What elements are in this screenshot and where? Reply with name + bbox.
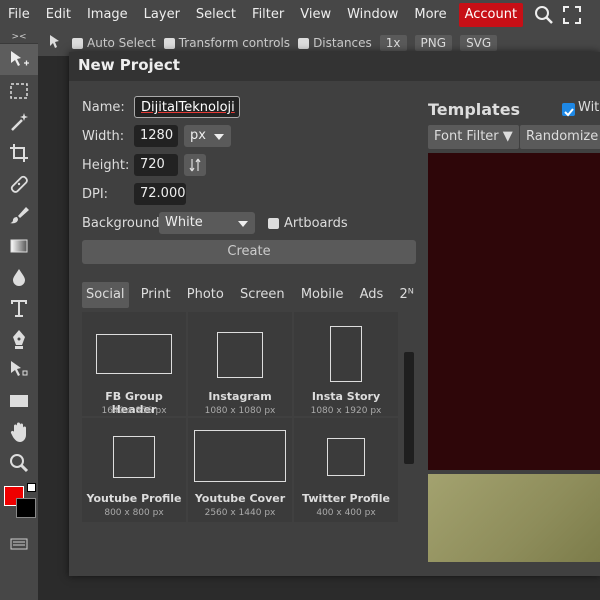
menu-bar: File Edit Image Layer Select Filter View… bbox=[0, 0, 600, 30]
preset-grid: FB Group Header 1640 x 856 px Instagram … bbox=[82, 308, 398, 524]
menu-edit[interactable]: Edit bbox=[38, 0, 79, 30]
create-button[interactable]: Create bbox=[82, 240, 416, 264]
magic-wand-tool[interactable] bbox=[0, 106, 38, 137]
preset-insta-story[interactable]: Insta Story 1080 x 1920 px bbox=[294, 312, 398, 416]
preset-youtube-cover[interactable]: Youtube Cover 2560 x 1440 px bbox=[188, 418, 292, 522]
move-icon bbox=[11, 50, 29, 66]
with-label: With bbox=[578, 100, 600, 115]
with-checkbox[interactable] bbox=[562, 103, 575, 117]
move-tool-option-icon bbox=[48, 34, 64, 53]
keyboard-icon bbox=[10, 538, 28, 549]
crop-tool[interactable] bbox=[0, 137, 38, 168]
png-export-button[interactable]: PNG bbox=[414, 35, 453, 51]
keyboard-toggle[interactable] bbox=[0, 528, 38, 559]
tools-panel: >< bbox=[0, 30, 38, 600]
name-label: Name: bbox=[82, 100, 125, 115]
blur-tool[interactable] bbox=[0, 261, 38, 292]
tab-social[interactable]: Social bbox=[82, 282, 129, 308]
artboards-checkbox[interactable] bbox=[268, 218, 279, 229]
rectangle-icon bbox=[10, 394, 28, 407]
background-label: Background: bbox=[82, 216, 164, 231]
tab-print[interactable]: Print bbox=[137, 282, 175, 308]
transform-controls-option[interactable]: Transform controls bbox=[163, 36, 290, 50]
tab-ads[interactable]: Ads bbox=[356, 282, 388, 308]
healing-tool[interactable] bbox=[0, 168, 38, 199]
tab-2n[interactable]: 2ᴺ bbox=[395, 282, 416, 308]
new-project-dialog: New Project Name: DijitalTeknoloji Width… bbox=[69, 52, 600, 576]
gradient-icon bbox=[10, 239, 28, 252]
zoom-icon bbox=[10, 453, 29, 472]
preset-instagram[interactable]: Instagram 1080 x 1080 px bbox=[188, 312, 292, 416]
swap-dimensions-button[interactable] bbox=[184, 154, 206, 176]
shape-tool[interactable] bbox=[0, 385, 38, 416]
tab-mobile[interactable]: Mobile bbox=[297, 282, 348, 308]
zoom-tool[interactable] bbox=[0, 447, 38, 478]
pen-tool[interactable] bbox=[0, 323, 38, 354]
chevron-down-icon bbox=[214, 134, 224, 140]
preset-twitter-profile[interactable]: Twitter Profile 400 x 400 px bbox=[294, 418, 398, 522]
name-input[interactable]: DijitalTeknoloji bbox=[134, 96, 240, 118]
hand-icon bbox=[10, 422, 26, 442]
text-icon bbox=[11, 299, 27, 317]
move-tool[interactable] bbox=[0, 44, 38, 75]
menu-window[interactable]: Window bbox=[339, 0, 406, 30]
menu-view[interactable]: View bbox=[292, 0, 339, 30]
preset-tabs: Social Print Photo Screen Mobile Ads 2ᴺ bbox=[82, 282, 416, 308]
pen-icon bbox=[13, 329, 25, 349]
dpi-label: DPI: bbox=[82, 187, 109, 202]
path-select-tool[interactable] bbox=[0, 354, 38, 385]
tab-photo[interactable]: Photo bbox=[183, 282, 228, 308]
bandage-icon bbox=[10, 175, 28, 193]
menu-image[interactable]: Image bbox=[79, 0, 136, 30]
search-icon[interactable] bbox=[533, 4, 555, 26]
preset-youtube-profile[interactable]: Youtube Profile 800 x 800 px bbox=[82, 418, 186, 522]
zoom-select[interactable]: 1x bbox=[379, 35, 407, 51]
swap-icon bbox=[189, 158, 201, 172]
fullscreen-icon[interactable] bbox=[561, 4, 583, 26]
menu-layer[interactable]: Layer bbox=[136, 0, 188, 30]
unit-select[interactable]: px bbox=[184, 125, 231, 147]
marquee-tool[interactable] bbox=[0, 75, 38, 106]
account-button[interactable]: Account bbox=[458, 3, 524, 27]
template-thumbnail[interactable] bbox=[428, 474, 600, 562]
text-tool[interactable] bbox=[0, 292, 38, 323]
template-thumbnail[interactable] bbox=[428, 153, 600, 470]
preset-scrollbar[interactable] bbox=[404, 352, 414, 464]
svg-export-button[interactable]: SVG bbox=[460, 35, 498, 51]
menu-file[interactable]: File bbox=[0, 0, 38, 30]
collapse-toggle[interactable]: >< bbox=[0, 30, 38, 44]
marquee-icon bbox=[10, 82, 28, 99]
gradient-tool[interactable] bbox=[0, 230, 38, 261]
menu-more[interactable]: More bbox=[406, 0, 454, 30]
height-label: Height: bbox=[82, 158, 130, 173]
tab-screen[interactable]: Screen bbox=[236, 282, 289, 308]
hand-tool[interactable] bbox=[0, 416, 38, 447]
height-input[interactable]: 720 bbox=[134, 154, 178, 176]
magic-wand-icon bbox=[11, 112, 28, 131]
templates-title: Templates bbox=[428, 100, 521, 119]
preset-fb-group-header[interactable]: FB Group Header 1640 x 856 px bbox=[82, 312, 186, 416]
auto-select-option[interactable]: Auto Select bbox=[72, 36, 156, 50]
path-select-icon bbox=[11, 360, 28, 376]
drop-icon bbox=[13, 268, 25, 286]
randomize-button[interactable]: Randomize bbox=[520, 125, 600, 149]
menu-filter[interactable]: Filter bbox=[244, 0, 292, 30]
brush-icon bbox=[10, 206, 29, 223]
background-color[interactable] bbox=[16, 498, 36, 518]
color-swatches[interactable] bbox=[0, 478, 38, 528]
reset-colors-icon[interactable] bbox=[27, 483, 36, 492]
artboards-label: Artboards bbox=[284, 216, 348, 231]
width-label: Width: bbox=[82, 129, 125, 144]
dialog-title: New Project bbox=[69, 52, 600, 81]
brush-tool[interactable] bbox=[0, 199, 38, 230]
dpi-input[interactable]: 72.000 bbox=[134, 183, 186, 205]
crop-icon bbox=[10, 143, 28, 162]
background-select[interactable]: White bbox=[159, 212, 255, 234]
chevron-down-icon bbox=[238, 221, 248, 227]
font-filter-button[interactable]: Font Filter ▼ bbox=[428, 125, 519, 149]
menu-select[interactable]: Select bbox=[188, 0, 244, 30]
width-input[interactable]: 1280 bbox=[134, 125, 178, 147]
distances-option[interactable]: Distances bbox=[298, 36, 372, 50]
